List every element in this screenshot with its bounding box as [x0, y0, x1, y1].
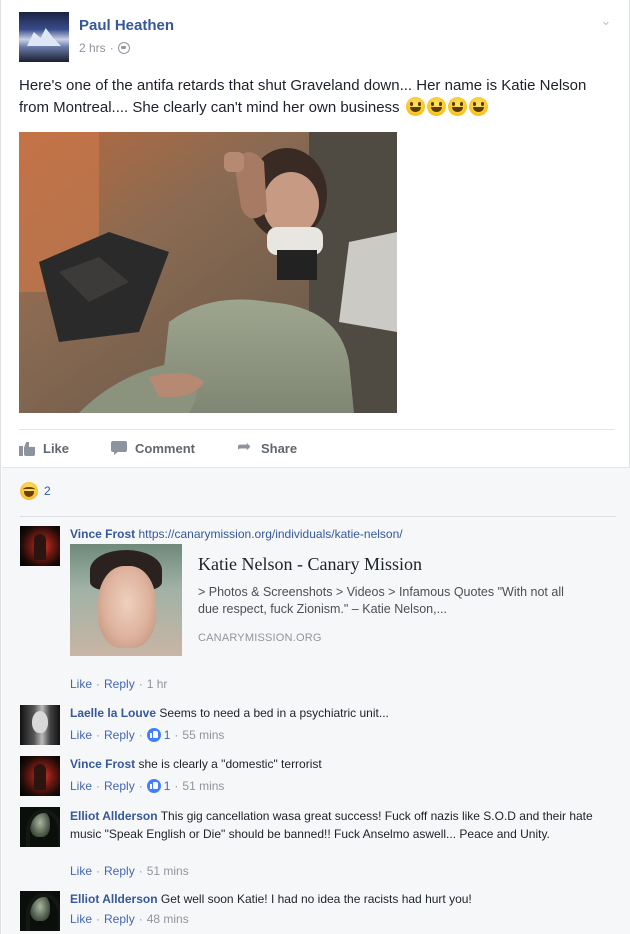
link-preview-title[interactable]: Katie Nelson - Canary Mission: [198, 554, 422, 575]
comment-time[interactable]: 51 mins: [182, 779, 224, 793]
comment-actions: Like · Reply · 1 · 55 mins: [70, 728, 225, 742]
post-timestamp[interactable]: 2 hrs: [79, 41, 106, 55]
comment-like-button[interactable]: Like: [70, 864, 92, 878]
link-preview-image[interactable]: [70, 544, 182, 656]
comment-time[interactable]: 51 mins: [147, 864, 189, 878]
grinning-emoji-icon: [405, 97, 425, 116]
hospital-photo-illustration: [19, 132, 397, 413]
meta-separator: ·: [109, 41, 114, 55]
comments-divider: [20, 516, 616, 517]
share-icon: [237, 437, 255, 457]
comment-button[interactable]: Comment: [111, 440, 195, 456]
commenter-avatar[interactable]: [20, 756, 60, 796]
comment-reply-button[interactable]: Reply: [104, 677, 135, 691]
comment-text: she is clearly a "domestic" terrorist: [138, 757, 322, 771]
grinning-emoji-icon: [426, 97, 446, 116]
comment-text: Seems to need a bed in a psychiatric uni…: [159, 706, 389, 720]
author-avatar[interactable]: [19, 12, 69, 62]
comment: Vince Frost she is clearly a "domestic" …: [20, 756, 616, 796]
commenter-avatar[interactable]: [20, 705, 60, 745]
comment: Elliot Allderson This gig cancellation w…: [20, 807, 616, 882]
comment: Elliot Allderson Get well soon Katie! I …: [20, 891, 616, 931]
comment-time[interactable]: 48 mins: [147, 912, 189, 926]
like-reaction-icon: [146, 728, 161, 742]
comment-body: Laelle la Louve Seems to need a bed in a…: [70, 705, 616, 721]
comment-reply-button[interactable]: Reply: [104, 728, 135, 742]
comment: Laelle la Louve Seems to need a bed in a…: [20, 705, 616, 745]
comment-actions: Like · Reply · 1 · 51 mins: [70, 779, 225, 793]
commenter-name[interactable]: Vince Frost: [70, 757, 135, 771]
share-button[interactable]: Share: [237, 437, 298, 457]
comment-reply-button[interactable]: Reply: [104, 912, 135, 926]
reactions-summary[interactable]: 2: [20, 482, 51, 500]
comments-section: 2 Vince Frost https://canarymission.org/…: [2, 467, 630, 934]
comment-actions: Like · Reply · 48 mins: [70, 912, 189, 926]
comment-time[interactable]: 1 hr: [147, 677, 168, 691]
comment-reply-button[interactable]: Reply: [104, 779, 135, 793]
post-header: Paul Heathen 2 hrs · ⌄: [19, 12, 617, 62]
comment-body: Vince Frost she is clearly a "domestic" …: [70, 756, 616, 772]
comment-like-count[interactable]: 1: [146, 728, 170, 742]
link-preview-description: > Photos & Screenshots > Videos > Infamo…: [198, 585, 564, 616]
grinning-emoji-icon: [468, 97, 488, 116]
commenter-name[interactable]: Laelle la Louve: [70, 706, 156, 720]
post-meta: 2 hrs ·: [79, 41, 130, 55]
like-label: Like: [43, 440, 70, 456]
comment: Vince Frost https://canarymission.org/in…: [20, 526, 616, 696]
chevron-down-icon[interactable]: ⌄: [599, 14, 613, 28]
comment-like-button[interactable]: Like: [70, 779, 92, 793]
comment-actions: Like · Reply · 51 mins: [70, 864, 189, 878]
like-icon: [19, 440, 37, 456]
comment-body: Elliot Allderson Get well soon Katie! I …: [70, 891, 616, 907]
post-actions-bar: Like Comment Share: [19, 430, 615, 466]
globe-icon[interactable]: [117, 42, 130, 54]
share-label: Share: [260, 440, 298, 456]
comment-reply-button[interactable]: Reply: [104, 864, 135, 878]
comment-text: Get well soon Katie! I had no idea the r…: [160, 892, 472, 906]
post-card: Paul Heathen 2 hrs · ⌄ Here's one of the…: [0, 0, 630, 934]
post-text: Here's one of the antifa retards that sh…: [19, 75, 609, 119]
comment-body: Vince Frost https://canarymission.org/in…: [70, 526, 616, 542]
haha-reaction-icon: [20, 482, 38, 500]
commenter-avatar[interactable]: [20, 891, 60, 931]
post-body: Here's one of the antifa retards that sh…: [19, 77, 587, 116]
comment-label: Comment: [135, 440, 195, 456]
commenter-name[interactable]: Vince Frost: [70, 527, 135, 541]
commenter-name[interactable]: Elliot Allderson: [70, 809, 158, 823]
author-name[interactable]: Paul Heathen: [79, 17, 174, 34]
comment-link[interactable]: https://canarymission.org/individuals/ka…: [138, 527, 402, 541]
post-photo[interactable]: [19, 132, 397, 413]
commenter-name[interactable]: Elliot Allderson: [70, 892, 158, 906]
reaction-count: 2: [44, 484, 51, 498]
comment-body: Elliot Allderson This gig cancellation w…: [70, 807, 616, 843]
comment-time[interactable]: 55 mins: [182, 728, 224, 742]
comment-like-button[interactable]: Like: [70, 677, 92, 691]
link-preview-domain: CANARYMISSION.ORG: [198, 632, 322, 644]
link-preview-card[interactable]: Katie Nelson - Canary Mission > Photos &…: [70, 544, 590, 656]
like-button[interactable]: Like: [19, 440, 69, 456]
commenter-avatar[interactable]: [20, 526, 60, 566]
comment-like-button[interactable]: Like: [70, 728, 92, 742]
comment-like-button[interactable]: Like: [70, 912, 92, 926]
comment-actions: Like · Reply · 1 hr: [70, 677, 168, 691]
like-reaction-icon: [146, 779, 161, 793]
comment-icon: [111, 440, 129, 456]
comment-like-count[interactable]: 1: [146, 779, 170, 793]
commenter-avatar[interactable]: [20, 807, 60, 847]
grinning-emoji-icon: [447, 97, 467, 116]
